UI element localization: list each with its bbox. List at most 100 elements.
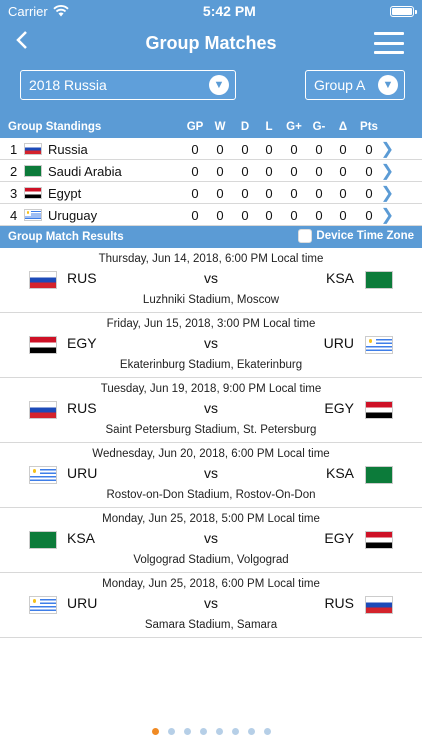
standings-table: 1 Russia 0 0 0 0 0 0 0 0 ❯ 2 Saudi Arabia 0 0 0 0 0 0 0 0 ❯… [0,138,422,226]
match-date: Monday, Jun 25, 2018, 6:00 PM Local time [102,578,320,590]
stat-value: 0 [191,208,199,223]
stat-value: 0 [365,208,373,223]
col-header: G- [312,121,326,133]
match-item[interactable]: Thursday, Jun 14, 2018, 6:00 PM Local ti… [0,248,422,313]
stat-value: 0 [191,142,199,157]
flag-icon [24,165,42,177]
match-venue: Luzhniki Stadium, Moscow [142,294,280,306]
page-dot[interactable] [231,728,239,735]
team-position: 4 [10,208,18,223]
back-button[interactable] [16,30,28,50]
results-header: Group Match Results Device Time Zone [0,226,422,248]
stat-value: 0 [265,208,273,223]
stat-value: 0 [265,164,273,179]
stat-value: 0 [290,186,298,201]
chevron-right-icon[interactable]: ❯ [381,161,394,181]
stat-value: 0 [339,186,347,201]
stat-value: 0 [339,208,347,223]
page-title: Group Matches [145,32,277,53]
team-name: Russia [48,142,88,157]
page-dot[interactable] [247,728,255,735]
vs-label: vs [204,400,218,416]
page-dot[interactable] [215,728,223,735]
vs-label: vs [204,270,218,286]
device-time-zone-toggle[interactable]: Device Time Zone [298,229,414,243]
match-venue: Rostov-on-Don Stadium, Rostov-On-Don [106,489,316,501]
standings-title: Group Standings [8,121,102,133]
col-header: D [240,121,250,133]
results-title: Group Match Results [8,231,124,243]
match-item[interactable]: Tuesday, Jun 19, 2018, 9:00 PM Local tim… [0,378,422,443]
stat-value: 0 [290,208,298,223]
col-header: Pts [360,121,378,133]
page-dot[interactable] [263,728,271,735]
group-dropdown[interactable]: Group A ▼ [305,70,405,100]
standings-row[interactable]: 3 Egypt 0 0 0 0 0 0 0 0 ❯ [0,182,422,204]
group-dropdown-value: Group A [314,77,366,93]
stat-value: 0 [365,142,373,157]
match-item[interactable]: Monday, Jun 25, 2018, 6:00 PM Local time… [0,573,422,638]
match-venue: Samara Stadium, Samara [144,619,278,631]
away-team-code: KSA [325,270,354,286]
flag-icon [24,143,42,155]
season-dropdown[interactable]: 2018 Russia ▼ [20,70,236,100]
checkbox[interactable] [298,229,313,243]
flag-icon [24,209,42,221]
page-indicator[interactable] [0,728,422,735]
battery-icon [390,5,417,17]
page-dot[interactable] [183,728,191,735]
flag-icon [365,401,393,419]
device-time-zone-label: Device Time Zone [316,230,414,242]
match-item[interactable]: Wednesday, Jun 20, 2018, 6:00 PM Local t… [0,443,422,508]
nav-bar: Group Matches [0,22,422,64]
stat-value: 0 [315,164,323,179]
status-bar: Carrier 5:42 PM [0,0,422,22]
stat-value: 0 [315,142,323,157]
team-position: 2 [10,164,18,179]
team-name: Uruguay [48,208,98,223]
away-team-code: URU [323,335,354,351]
page-dot[interactable] [151,728,159,735]
chevron-right-icon[interactable]: ❯ [381,205,394,225]
match-date: Wednesday, Jun 20, 2018, 6:00 PM Local t… [92,448,330,460]
stat-value: 0 [191,186,199,201]
standings-row[interactable]: 4 Uruguay 0 0 0 0 0 0 0 0 ❯ [0,204,422,226]
match-item[interactable]: Friday, Jun 15, 2018, 3:00 PM Local time… [0,313,422,378]
status-time: 5:42 PM [202,3,256,19]
vs-label: vs [204,530,218,546]
hamburger-menu-icon[interactable] [374,32,404,54]
flag-icon [365,596,393,614]
vs-label: vs [204,595,218,611]
flag-icon [365,531,393,549]
team-position: 1 [10,142,18,157]
stat-value: 0 [216,142,224,157]
team-name: Egypt [48,186,82,201]
stat-value: 0 [339,164,347,179]
col-header: Δ [338,121,348,133]
vs-label: vs [204,335,218,351]
stat-value: 0 [241,164,249,179]
page-dot[interactable] [199,728,207,735]
stat-value: 0 [315,208,323,223]
page-dot[interactable] [167,728,175,735]
chevron-right-icon[interactable]: ❯ [381,183,394,203]
selectors-bar: 2018 Russia ▼ Group A ▼ [0,64,422,116]
away-team-code: EGY [324,400,354,416]
stat-value: 0 [216,164,224,179]
match-item[interactable]: Monday, Jun 25, 2018, 5:00 PM Local time… [0,508,422,573]
vs-label: vs [204,465,218,481]
chevron-right-icon[interactable]: ❯ [381,139,394,159]
standings-row[interactable]: 2 Saudi Arabia 0 0 0 0 0 0 0 0 ❯ [0,160,422,182]
stat-value: 0 [290,142,298,157]
flag-icon [24,187,42,199]
wifi-icon [53,5,69,17]
stat-value: 0 [339,142,347,157]
col-header: G+ [286,121,302,133]
away-team-code: EGY [324,530,354,546]
standings-row[interactable]: 1 Russia 0 0 0 0 0 0 0 0 ❯ [0,138,422,160]
flag-icon [365,271,393,289]
match-venue: Ekaterinburg Stadium, Ekaterinburg [119,359,303,371]
stat-value: 0 [241,142,249,157]
stat-value: 0 [290,164,298,179]
stat-value: 0 [265,186,273,201]
